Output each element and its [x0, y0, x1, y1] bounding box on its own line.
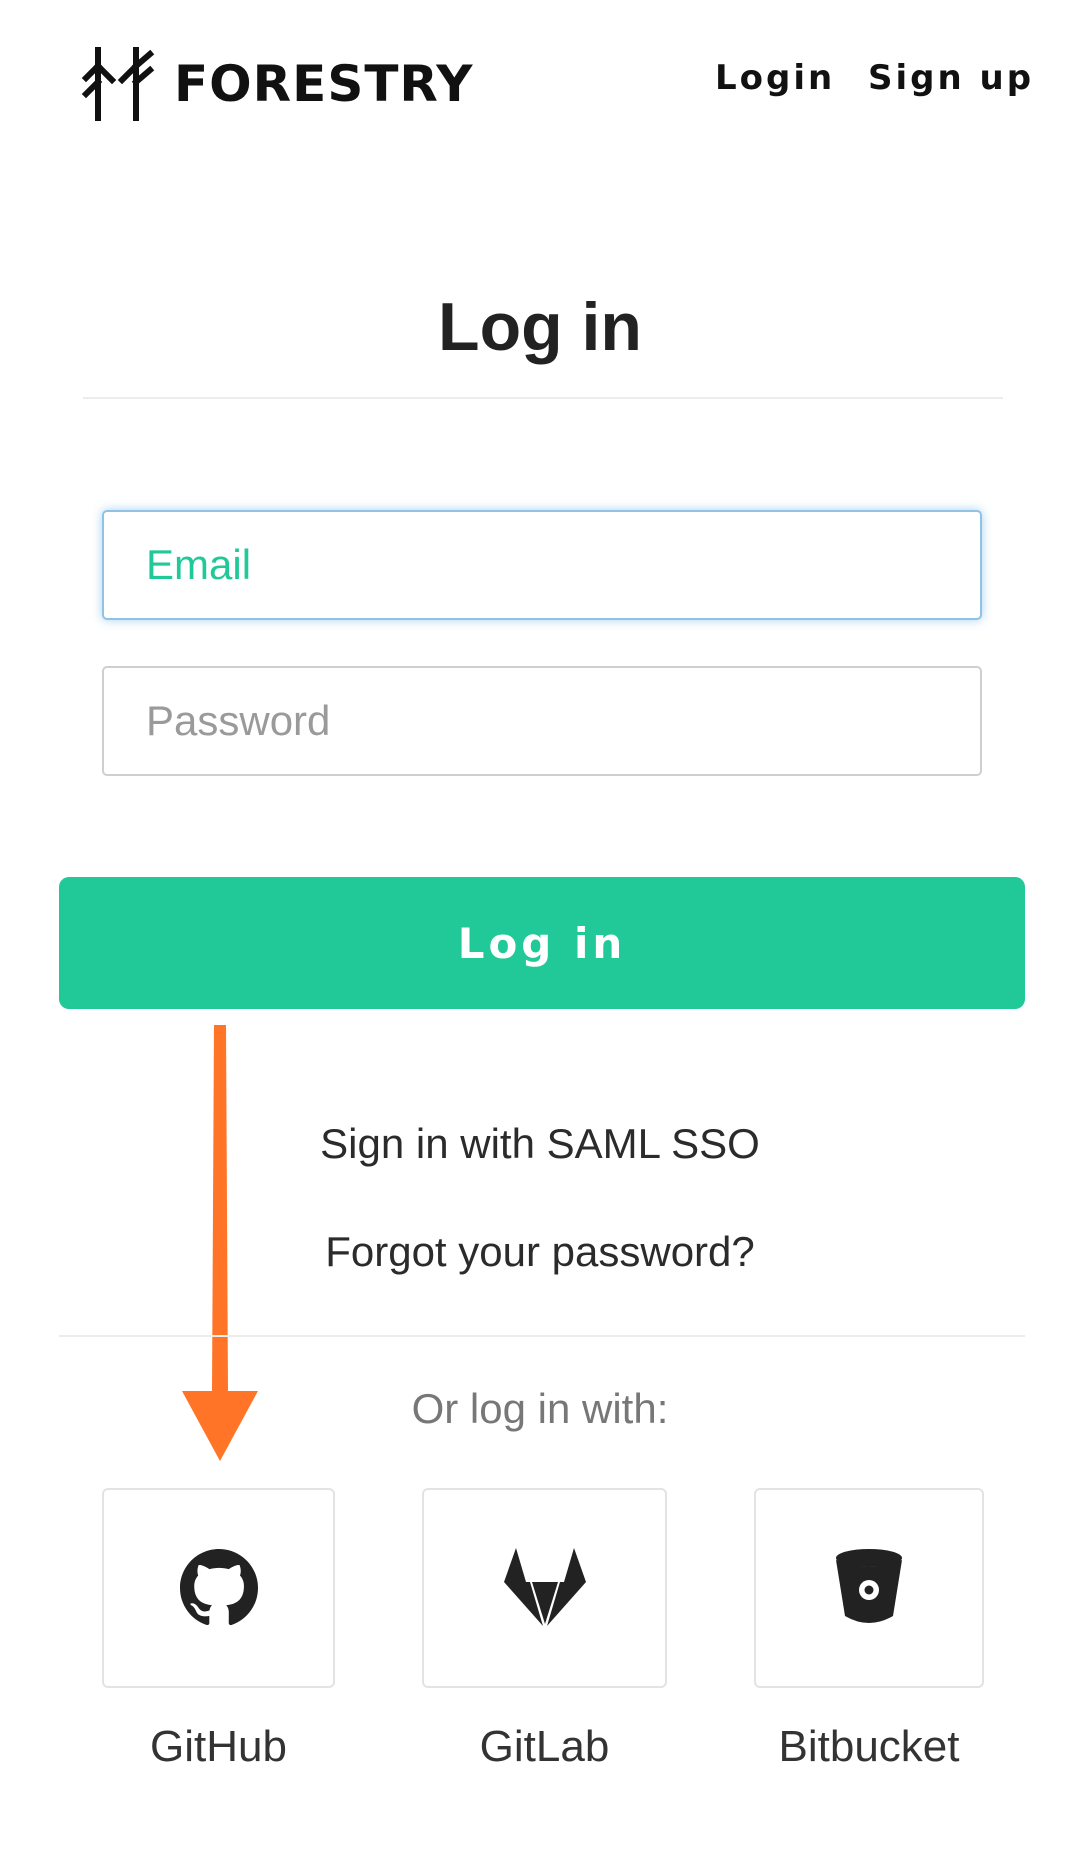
site-header: FORESTRY Login Sign up — [0, 0, 1080, 170]
title-divider — [83, 397, 1003, 399]
gitlab-login-button[interactable] — [422, 1488, 667, 1688]
forestry-tree-icon — [82, 47, 155, 121]
email-field[interactable] — [102, 510, 982, 620]
bitbucket-label: Bitbucket — [778, 1722, 960, 1771]
saml-sso-link[interactable]: Sign in with SAML SSO — [0, 1120, 1080, 1168]
password-field[interactable] — [102, 666, 982, 776]
nav-signup-link[interactable]: Sign up — [868, 58, 1034, 98]
login-button[interactable]: Log in — [59, 877, 1025, 1009]
forgot-password-link[interactable]: Forgot your password? — [0, 1228, 1080, 1276]
gitlab-icon — [503, 1548, 586, 1626]
section-divider — [59, 1335, 1025, 1337]
bitbucket-icon — [836, 1549, 902, 1623]
alt-login-heading: Or log in with: — [411, 1385, 669, 1432]
brand-name: FORESTRY — [174, 55, 474, 113]
bitbucket-login-button[interactable] — [754, 1488, 984, 1688]
page-title: Log in — [438, 289, 642, 365]
nav-login-link[interactable]: Login — [715, 58, 835, 98]
forestry-logo[interactable]: FORESTRY — [82, 46, 473, 122]
github-login-button[interactable] — [102, 1488, 335, 1688]
github-icon — [179, 1549, 258, 1626]
github-label: GitHub — [150, 1722, 287, 1771]
gitlab-label: GitLab — [479, 1722, 610, 1771]
